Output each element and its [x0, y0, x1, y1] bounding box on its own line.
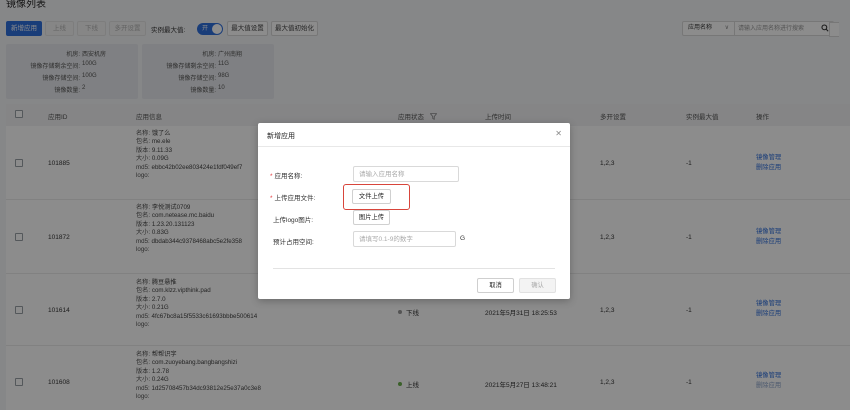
file-upload-button[interactable]: 文件上传 — [352, 189, 391, 204]
required-mark: * — [270, 195, 273, 202]
upload-logo-label: 上传logo图片: — [273, 217, 314, 224]
app-name-label-text: 应用名称: — [274, 173, 303, 180]
upload-file-label-text: 上传应用文件: — [274, 195, 316, 202]
close-icon[interactable]: ✕ — [555, 130, 562, 138]
app-name-label: * 应用名称: — [270, 170, 302, 180]
required-mark: * — [270, 173, 273, 180]
space-unit: G — [460, 235, 466, 242]
space-input[interactable] — [353, 231, 456, 247]
modal-header: 新增应用 ✕ — [258, 123, 570, 147]
confirm-button[interactable]: 确认 — [519, 278, 556, 293]
cancel-button[interactable]: 取消 — [477, 278, 514, 293]
upload-file-label: * 上传应用文件: — [270, 192, 315, 202]
modal-title: 新增应用 — [267, 133, 295, 140]
add-app-modal: 新增应用 ✕ *应用名称: *上传应用文件: 文件上传 上传logo图片: 图片… — [258, 123, 570, 299]
modal-divider — [273, 268, 555, 269]
app-name-input[interactable] — [353, 166, 459, 182]
space-label: 预计占用空间: — [273, 239, 314, 246]
image-upload-button[interactable]: 图片上传 — [353, 210, 390, 225]
